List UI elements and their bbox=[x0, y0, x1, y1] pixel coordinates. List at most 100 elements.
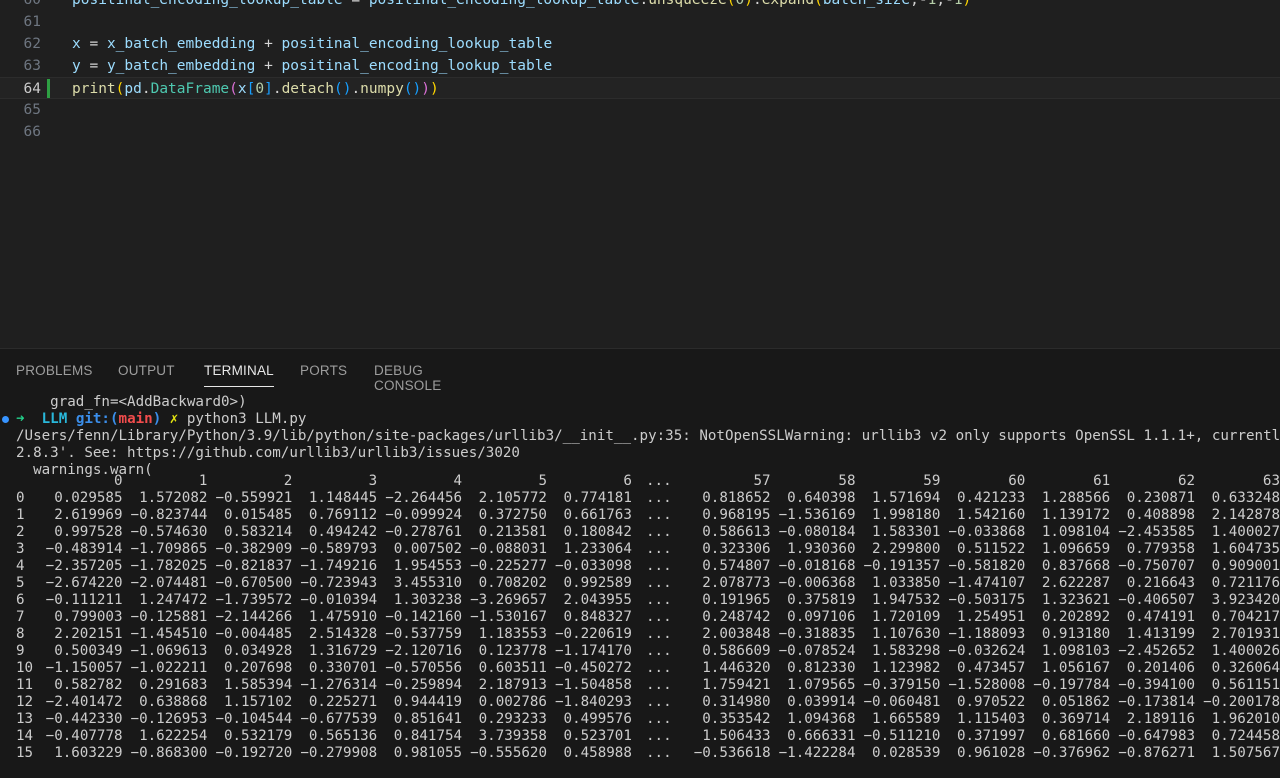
dataframe-cell: 1.123982 bbox=[872, 660, 941, 676]
tab-debug-console[interactable]: DEBUG CONSOLE bbox=[374, 363, 441, 393]
dataframe-cell: 2.701931 bbox=[1211, 626, 1280, 642]
dataframe-cell: 1.930360 bbox=[787, 541, 856, 557]
dataframe-cell: −0.125881 bbox=[130, 609, 208, 625]
dataframe-cell: −1.422284 bbox=[778, 745, 856, 761]
dataframe-cell: 1.096659 bbox=[1041, 541, 1111, 557]
dataframe-cell: −0.200178 bbox=[1203, 694, 1280, 710]
dataframe-cell: ... bbox=[645, 660, 672, 676]
dataframe-cell: ... bbox=[645, 524, 672, 540]
dataframe-cell: 0.191965 bbox=[702, 592, 771, 608]
dataframe-cell: 0.841754 bbox=[393, 728, 463, 744]
code-line[interactable]: 61 bbox=[0, 11, 1280, 33]
dataframe-row-index: 15 bbox=[16, 745, 34, 761]
dataframe-cell: −0.018168 bbox=[778, 558, 856, 574]
dataframe-cell: −0.750707 bbox=[1118, 558, 1196, 574]
dataframe-cell: −1.174170 bbox=[555, 643, 632, 659]
tab-output[interactable]: OUTPUT bbox=[118, 363, 175, 378]
dataframe-cell: 1.247472 bbox=[139, 592, 208, 608]
dataframe-cell: −0.670500 bbox=[215, 575, 293, 591]
terminal-warning-line: 2.8.3'. See: https://github.com/urllib3/… bbox=[16, 445, 520, 461]
dataframe-row: 8 2.202151 −1.454510 −0.004485 2.514328 −0.53… bbox=[16, 626, 1280, 643]
dataframe-cell: 0.473457 bbox=[956, 660, 1026, 676]
git-modified-gutter-marker[interactable] bbox=[47, 79, 50, 98]
dataframe-cell: ... bbox=[645, 507, 672, 523]
dataframe-cell: 0.408898 bbox=[1126, 507, 1196, 523]
dataframe-cell: −0.173814 bbox=[1118, 694, 1196, 710]
dataframe-cell: 1.033850 bbox=[872, 575, 941, 591]
dataframe-cell: 0.574807 bbox=[702, 558, 771, 574]
dataframe-column-header: 0 bbox=[113, 473, 123, 489]
dataframe-cell: 0.330701 bbox=[308, 660, 378, 676]
dataframe-cell: 0.494242 bbox=[308, 524, 378, 540]
dataframe-cell: 0.799003 bbox=[54, 609, 123, 625]
dataframe-cell: −0.394100 bbox=[1118, 677, 1196, 693]
dataframe-cell: −0.142160 bbox=[385, 609, 463, 625]
dataframe-row: 2 0.997528 −0.574630 0.583214 0.494242 −0.278… bbox=[16, 524, 1280, 541]
dataframe-row-index: 5 bbox=[16, 575, 25, 591]
dataframe-column-header: 58 bbox=[838, 473, 856, 489]
code-line[interactable]: 65 bbox=[0, 99, 1280, 121]
dataframe-cell: 1.413199 bbox=[1126, 626, 1196, 642]
dataframe-cell: −0.823744 bbox=[130, 507, 208, 523]
dataframe-row-index: 3 bbox=[16, 541, 25, 557]
dataframe-cell: 1.233064 bbox=[563, 541, 632, 557]
dataframe-cell: −0.010394 bbox=[300, 592, 378, 608]
dataframe-cell: 1.947532 bbox=[872, 592, 941, 608]
dataframe-cell: 3.455310 bbox=[393, 575, 463, 591]
dataframe-column-header: 5 bbox=[538, 473, 547, 489]
dataframe-row-index: 1 bbox=[16, 507, 25, 523]
dataframe-cell: −0.192720 bbox=[215, 745, 293, 761]
tab-terminal[interactable]: TERMINAL bbox=[204, 363, 274, 387]
dataframe-cell: 0.207698 bbox=[223, 660, 293, 676]
dataframe-cell: −0.581820 bbox=[948, 558, 1026, 574]
code-line[interactable]: 64 print(pd.DataFrame(x[0].detach().numpy… bbox=[0, 77, 1280, 99]
dataframe-cell: −0.006368 bbox=[778, 575, 856, 591]
dataframe-cell: ... bbox=[645, 728, 672, 744]
dataframe-cell: ... bbox=[645, 694, 672, 710]
dataframe-cell: 1.157102 bbox=[223, 694, 293, 710]
dataframe-cell: 0.028539 bbox=[872, 745, 941, 761]
dataframe-cell: −0.278761 bbox=[385, 524, 463, 540]
dataframe-cell: 0.586609 bbox=[702, 643, 771, 659]
dataframe-cell: −0.723943 bbox=[300, 575, 378, 591]
line-number: 66 bbox=[23, 124, 41, 140]
dataframe-cell: −2.074481 bbox=[130, 575, 208, 591]
dataframe-cell: 0.661763 bbox=[563, 507, 632, 523]
dataframe-cell: ... bbox=[645, 711, 672, 727]
dataframe-cell: 2.043955 bbox=[563, 592, 632, 608]
tab-ports[interactable]: PORTS bbox=[300, 363, 347, 378]
dataframe-cell: 0.681660 bbox=[1041, 728, 1111, 744]
dataframe-cell: 0.474191 bbox=[1126, 609, 1196, 625]
dataframe-cell: −0.376962 bbox=[1033, 745, 1111, 761]
dataframe-row: 15 1.603229 −0.868300 −0.192720 −0.279908 0.9… bbox=[16, 745, 1280, 762]
dataframe-cell: 0.666331 bbox=[787, 728, 856, 744]
dataframe-row: 4 −2.357205 −1.782025 −0.821837 −1.749216 1.9… bbox=[16, 558, 1280, 575]
code-line[interactable]: 66 bbox=[0, 121, 1280, 143]
dataframe-cell: 0.708202 bbox=[478, 575, 547, 591]
dataframe-cell: 0.034928 bbox=[223, 643, 293, 659]
dataframe-cell: −1.749216 bbox=[300, 558, 378, 574]
dataframe-cell: −1.709865 bbox=[130, 541, 208, 557]
code-line[interactable]: 63 y = y_batch_embedding + positinal_enco… bbox=[0, 55, 1280, 77]
line-number: 63 bbox=[23, 58, 41, 74]
code-editor[interactable]: 60 positinal_encoding_lookup_table = posi… bbox=[0, 0, 1280, 348]
tab-problems[interactable]: PROBLEMS bbox=[16, 363, 93, 378]
terminal-warning-line: /Users/fenn/Library/Python/3.9/lib/pytho… bbox=[16, 428, 1280, 444]
dataframe-cell: −0.225277 bbox=[470, 558, 547, 574]
dataframe-cell: −0.450272 bbox=[555, 660, 632, 676]
dataframe-cell: −1.454510 bbox=[130, 626, 208, 642]
code-text: x = x_batch_embedding + positinal_encodi… bbox=[72, 36, 553, 52]
code-line[interactable]: 62 x = x_batch_embedding + positinal_enco… bbox=[0, 33, 1280, 55]
dataframe-column-header: 62 bbox=[1177, 473, 1196, 489]
command-status-dot-icon[interactable] bbox=[2, 416, 9, 423]
dataframe-cell: −0.197784 bbox=[1033, 677, 1111, 693]
code-line[interactable]: 60 positinal_encoding_lookup_table = posi… bbox=[0, 0, 1280, 11]
dataframe-column-header: 57 bbox=[753, 473, 771, 489]
dataframe-cell: 0.458988 bbox=[563, 745, 632, 761]
dataframe-cell: 2.202151 bbox=[54, 626, 123, 642]
dataframe-cell: ... bbox=[645, 575, 672, 591]
dataframe-cell: 1.759421 bbox=[702, 677, 771, 693]
dataframe-cell: −0.677539 bbox=[300, 711, 378, 727]
dataframe-cell: 0.372750 bbox=[478, 507, 547, 523]
dataframe-cell: −0.032624 bbox=[948, 643, 1026, 659]
